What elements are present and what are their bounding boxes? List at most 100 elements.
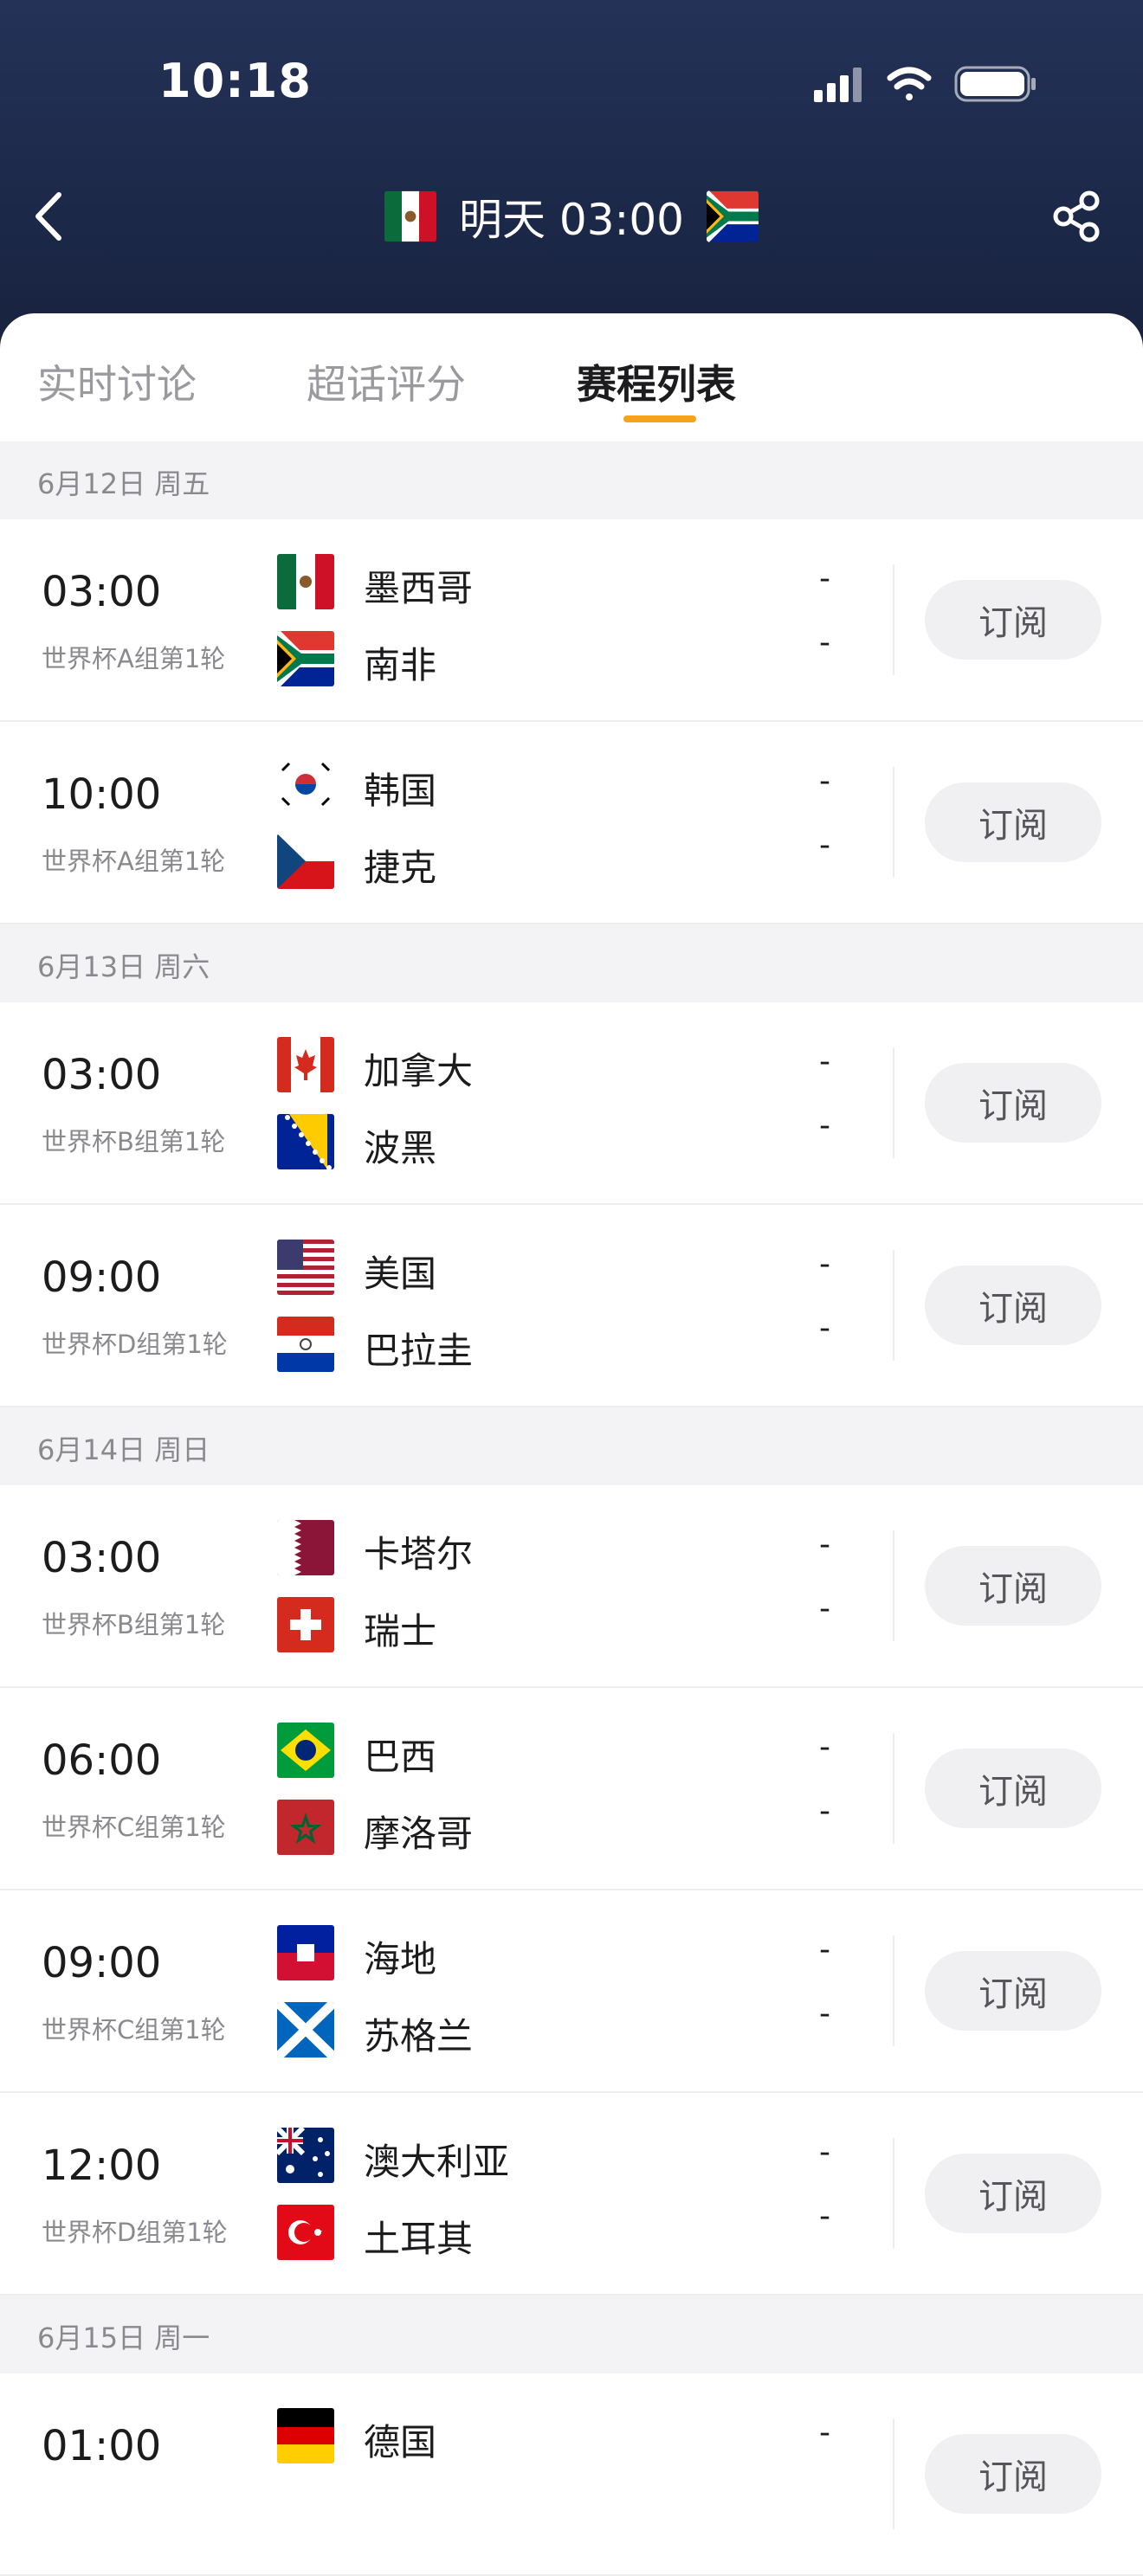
away-score: - bbox=[819, 828, 830, 863]
subscribe-button[interactable]: 订阅 bbox=[925, 1748, 1101, 1828]
match-time: 06:00 bbox=[42, 1736, 162, 1785]
home-score: - bbox=[819, 1044, 830, 1079]
share-icon[interactable] bbox=[1049, 189, 1105, 244]
home-team: 美国 bbox=[364, 1253, 437, 1295]
mexico-flag-icon bbox=[277, 554, 334, 609]
home-team: 墨西哥 bbox=[364, 567, 474, 609]
match-time: 03:00 bbox=[42, 568, 162, 616]
match-stage: 世界杯D组第1轮 bbox=[42, 1330, 228, 1359]
match-row[interactable]: 12:00 世界杯D组第1轮 澳大利亚 土耳其 - - 订阅 bbox=[0, 2093, 1143, 2296]
match-stage: 世界杯A组第1轮 bbox=[42, 644, 226, 673]
date-header: 6月15日 周一 bbox=[0, 2296, 1143, 2373]
divider bbox=[893, 1935, 894, 2046]
divider bbox=[893, 564, 894, 675]
subscribe-button[interactable]: 订阅 bbox=[925, 1063, 1101, 1143]
divider bbox=[893, 2418, 894, 2529]
usa-flag-icon bbox=[277, 1240, 334, 1295]
match-time: 10:00 bbox=[42, 770, 162, 819]
canada-flag-icon bbox=[277, 1037, 334, 1092]
match-row[interactable]: 06:00 世界杯C组第1轮 巴西 摩洛哥 - - 订阅 bbox=[0, 1688, 1143, 1890]
match-time: 03:00 bbox=[42, 1534, 162, 1582]
status-time: 10:18 bbox=[158, 54, 312, 108]
match-row[interactable]: 09:00 世界杯C组第1轮 海地 苏格兰 - - 订阅 bbox=[0, 1890, 1143, 2093]
match-title: 明天 03:00 bbox=[0, 186, 1143, 247]
subscribe-button[interactable]: 订阅 bbox=[925, 2434, 1101, 2514]
paraguay-flag-icon bbox=[277, 1317, 334, 1372]
haiti-flag-icon bbox=[277, 1925, 334, 1980]
match-stage: 世界杯C组第1轮 bbox=[42, 2015, 226, 2045]
match-row[interactable]: 03:00 世界杯B组第1轮 加拿大 波黑 - - 订阅 bbox=[0, 1002, 1143, 1205]
date-header: 6月13日 周六 bbox=[0, 924, 1143, 1002]
active-tab-indicator bbox=[623, 415, 696, 422]
match-stage: 世界杯C组第1轮 bbox=[42, 1813, 226, 1842]
qatar-flag-icon bbox=[277, 1520, 334, 1575]
tab-topic-rating[interactable]: 超话评分 bbox=[307, 353, 466, 410]
away-team: 波黑 bbox=[364, 1127, 437, 1169]
south-africa-flag-icon bbox=[277, 631, 334, 686]
status-icons bbox=[814, 66, 1036, 102]
scotland-flag-icon bbox=[277, 2002, 334, 2058]
home-score: - bbox=[819, 2135, 830, 2170]
home-score: - bbox=[819, 763, 830, 799]
home-score: - bbox=[819, 1932, 830, 1967]
away-team: 苏格兰 bbox=[364, 2015, 474, 2058]
tab-live-discussion[interactable]: 实时讨论 bbox=[37, 353, 197, 410]
content-sheet: 实时讨论 超话评分 赛程列表 6月12日 周五 03:00 世界杯A组第1轮 墨… bbox=[0, 313, 1143, 2576]
subscribe-button[interactable]: 订阅 bbox=[925, 2154, 1101, 2233]
home-team: 澳大利亚 bbox=[364, 2141, 510, 2183]
morocco-flag-icon bbox=[277, 1800, 334, 1855]
bosnia-flag-icon bbox=[277, 1114, 334, 1169]
match-time: 03:00 bbox=[42, 1051, 162, 1099]
date-label: 6月13日 周六 bbox=[37, 950, 210, 983]
away-score: - bbox=[819, 1311, 830, 1346]
czech-flag-icon bbox=[277, 834, 334, 889]
match-time: 09:00 bbox=[42, 1253, 162, 1302]
subscribe-button[interactable]: 订阅 bbox=[925, 1546, 1101, 1626]
match-stage: 世界杯A组第1轮 bbox=[42, 847, 226, 876]
brazil-flag-icon bbox=[277, 1723, 334, 1778]
date-label: 6月14日 周日 bbox=[37, 1433, 210, 1466]
away-score: - bbox=[819, 1108, 830, 1143]
match-row[interactable]: 01:00 德国 - 订阅 bbox=[0, 2373, 1143, 2576]
subscribe-button[interactable]: 订阅 bbox=[925, 1951, 1101, 2031]
battery-icon bbox=[954, 66, 1036, 102]
match-time: 09:00 bbox=[42, 1939, 162, 1987]
home-team: 德国 bbox=[364, 2421, 437, 2463]
divider bbox=[893, 1250, 894, 1361]
tab-bar: 实时讨论 超话评分 赛程列表 bbox=[0, 313, 1143, 443]
header-bar: 10:18 明天 03:00 bbox=[0, 0, 1143, 364]
south-africa-flag-icon bbox=[707, 190, 759, 242]
switzerland-flag-icon bbox=[277, 1597, 334, 1652]
away-team: 瑞士 bbox=[364, 1610, 437, 1652]
away-team: 捷克 bbox=[364, 847, 437, 889]
divider bbox=[893, 1733, 894, 1844]
home-team: 加拿大 bbox=[364, 1050, 474, 1092]
match-stage: 世界杯B组第1轮 bbox=[42, 1610, 226, 1639]
divider bbox=[893, 767, 894, 878]
korea-flag-icon bbox=[277, 757, 334, 812]
home-score: - bbox=[819, 1527, 830, 1562]
match-stage: 世界杯B组第1轮 bbox=[42, 1127, 226, 1156]
home-team: 卡塔尔 bbox=[364, 1533, 474, 1575]
subscribe-button[interactable]: 订阅 bbox=[925, 782, 1101, 862]
germany-flag-icon bbox=[277, 2408, 334, 2463]
subscribe-button[interactable]: 订阅 bbox=[925, 580, 1101, 660]
match-stage: 世界杯D组第1轮 bbox=[42, 2218, 228, 2247]
home-team: 巴西 bbox=[364, 1736, 437, 1778]
match-row[interactable]: 03:00 世界杯B组第1轮 卡塔尔 瑞士 - - 订阅 bbox=[0, 1485, 1143, 1688]
match-row[interactable]: 03:00 世界杯A组第1轮 墨西哥 南非 - - 订阅 bbox=[0, 519, 1143, 722]
away-score: - bbox=[819, 1794, 830, 1829]
away-team: 南非 bbox=[364, 644, 437, 686]
tab-schedule[interactable]: 赛程列表 bbox=[577, 353, 736, 410]
signal-icon bbox=[814, 68, 862, 102]
away-score: - bbox=[819, 625, 830, 660]
australia-flag-icon bbox=[277, 2128, 334, 2183]
match-row[interactable]: 10:00 世界杯A组第1轮 韩国 捷克 - - 订阅 bbox=[0, 722, 1143, 924]
subscribe-button[interactable]: 订阅 bbox=[925, 1265, 1101, 1345]
home-score: - bbox=[819, 2415, 830, 2450]
date-header: 6月12日 周五 bbox=[0, 441, 1143, 519]
match-row[interactable]: 09:00 世界杯D组第1轮 美国 巴拉圭 - - 订阅 bbox=[0, 1205, 1143, 1407]
date-header: 6月14日 周日 bbox=[0, 1407, 1143, 1485]
away-score: - bbox=[819, 1996, 830, 2032]
page-title: 明天 03:00 bbox=[459, 195, 684, 245]
